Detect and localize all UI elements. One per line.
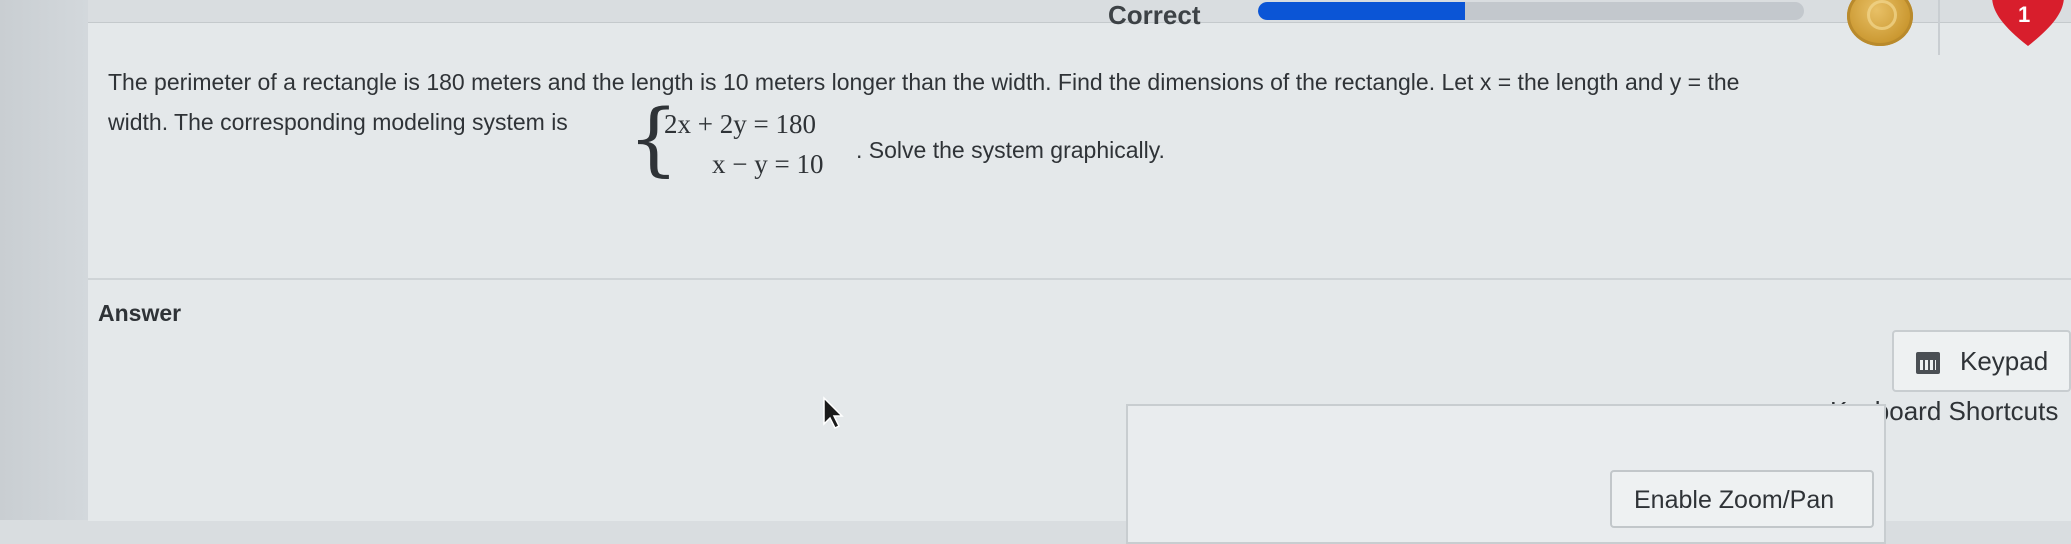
question-line-2-prefix: width. The corresponding modeling system… — [108, 109, 568, 135]
keypad-button[interactable]: Keypad — [1892, 330, 2071, 392]
hearts-count: 1 — [2018, 2, 2031, 27]
question-line-2-suffix: . Solve the system graphically. — [856, 137, 1165, 163]
question-line-1: The perimeter of a rectangle is 180 mete… — [108, 69, 1740, 95]
progress-fill — [1258, 2, 1466, 20]
status-label: Correct — [1108, 0, 1201, 30]
equation-2: x − y = 10 — [712, 149, 824, 179]
mouse-cursor-icon — [823, 396, 844, 430]
header-divider — [1938, 0, 1940, 55]
section-divider — [88, 278, 2071, 280]
keypad-label: Keypad — [1960, 346, 2049, 376]
answer-label: Answer — [98, 300, 182, 326]
enable-zoom-pan-button[interactable]: Enable Zoom/Pan — [1610, 470, 1874, 528]
equation-1: 2x + 2y = 180 — [664, 109, 816, 139]
left-gutter — [0, 0, 88, 520]
calculator-icon — [1916, 352, 1940, 374]
zoom-pan-label: Enable Zoom/Pan — [1634, 486, 1835, 514]
progress-bar — [1258, 2, 1804, 20]
